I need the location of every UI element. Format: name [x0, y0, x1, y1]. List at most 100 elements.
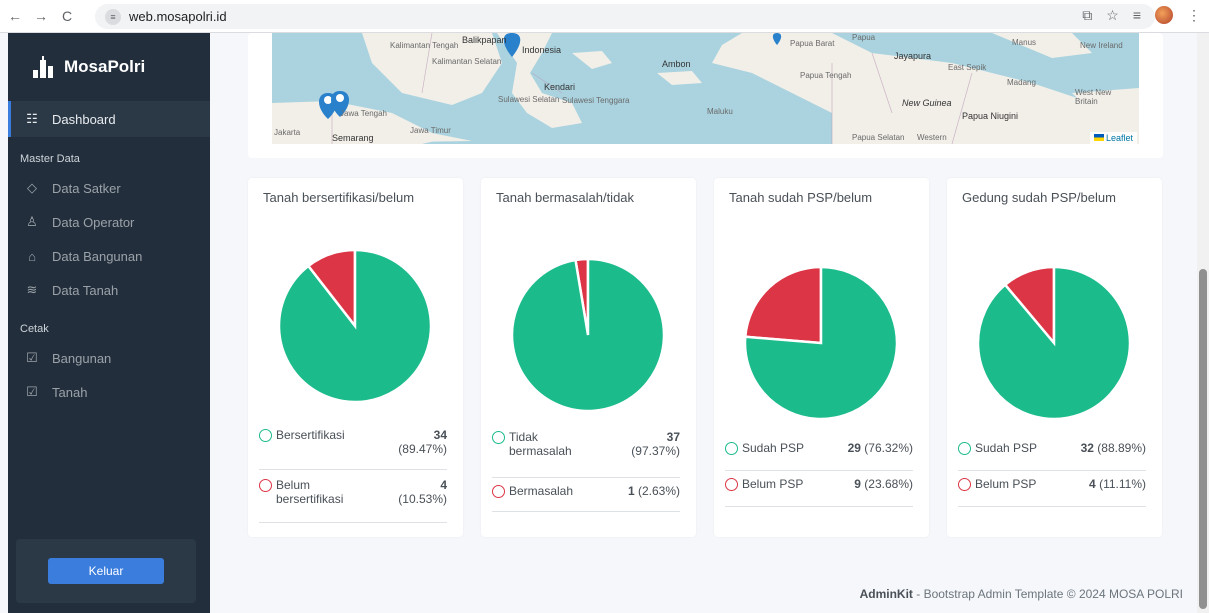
- sidebar-item-label: Data Operator: [52, 214, 135, 230]
- map[interactable]: Jakarta Semarang Jawa Tengah Jawa Timur …: [272, 33, 1139, 144]
- forward-button[interactable]: →: [30, 5, 52, 27]
- card-title: Gedung sudah PSP/belum: [962, 190, 1116, 205]
- bookmark-star-icon[interactable]: ☆: [1106, 7, 1119, 24]
- page-scrollbar[interactable]: [1197, 33, 1209, 613]
- map-label: New Guinea: [902, 98, 952, 108]
- legend-count: 34: [433, 428, 447, 442]
- sidebar-item-dashboard[interactable]: ☷ Dashboard: [8, 101, 210, 137]
- legend-row: Belum PSP 9 (23.68%): [725, 477, 913, 507]
- logout-button[interactable]: Keluar: [48, 558, 164, 584]
- legend-circle-icon: [259, 429, 272, 442]
- legend-row: Bersertifikasi 34 (89.47%): [259, 428, 447, 470]
- map-label: Papua: [852, 33, 876, 42]
- leaflet-attribution-link[interactable]: Leaflet: [1089, 132, 1137, 144]
- map-label: Kalimantan Selatan: [432, 57, 502, 66]
- card-title: Tanah sudah PSP/belum: [729, 190, 873, 205]
- legend-row: Belum bersertifikasi 4 (10.53%): [259, 478, 447, 523]
- browser-toolbar: ← → C ≡ web.mosapolri.id ⧉ ☆ ≡ ⋮: [0, 0, 1209, 33]
- card-title: Tanah bersertifikasi/belum: [263, 190, 415, 205]
- legend-row: Sudah PSP 32 (88.89%): [958, 441, 1146, 471]
- legend-percent: (2.63%): [637, 484, 680, 498]
- legend-label: Bersertifikasi: [276, 428, 345, 442]
- sidebar-item-label: Data Tanah: [52, 282, 119, 298]
- legend-row: Tidak bermasalah 37 (97.37%): [492, 430, 680, 478]
- map-label: Ambon: [662, 59, 691, 69]
- legend-label: Belum PSP: [742, 477, 804, 491]
- brand-name: MosaPolri: [64, 57, 146, 76]
- map-label: Jawa Timur: [410, 126, 451, 135]
- legend-circle-icon: [725, 478, 738, 491]
- legend-count: 37: [666, 430, 680, 444]
- legend-circle-icon: [958, 478, 971, 491]
- sidebar-section-cetak: Cetak: [20, 323, 49, 335]
- browser-actions: ⧉ ☆ ≡ ⋮: [1082, 6, 1201, 24]
- map-label: Jawa Tengah: [340, 109, 387, 118]
- scrollbar-thumb[interactable]: [1199, 269, 1207, 609]
- sidebar-item-data-operator[interactable]: ♙ Data Operator: [8, 205, 210, 239]
- pie-slice-belum-psp[interactable]: [743, 265, 823, 345]
- card-title: Tanah bermasalah/tidak: [496, 190, 635, 205]
- sidebar-item-data-bangunan[interactable]: ⌂ Data Bangunan: [8, 239, 210, 273]
- legend-circle-icon: [492, 485, 505, 498]
- brand[interactable]: MosaPolri: [8, 33, 210, 101]
- site-info-icon[interactable]: ≡: [105, 8, 121, 25]
- reading-list-icon[interactable]: ≡: [1133, 7, 1141, 23]
- map-label: Indonesia: [522, 45, 562, 55]
- footer-brand-link[interactable]: AdminKit: [860, 587, 913, 601]
- map-label: Sulawesi Tenggara: [562, 96, 630, 105]
- map-label: Papua Tengah: [800, 71, 852, 80]
- flag-icon: [1093, 134, 1104, 141]
- legend-count: 1: [627, 484, 635, 498]
- sliders-icon: ☷: [26, 111, 38, 126]
- map-label: Kendari: [544, 82, 576, 92]
- sidebar-item-label: Data Bangunan: [52, 248, 143, 264]
- legend-count: 9: [854, 477, 861, 491]
- legend-circle-icon: [958, 442, 971, 455]
- reload-button[interactable]: C: [56, 5, 78, 27]
- legend-label: Belum PSP: [975, 477, 1037, 491]
- address-bar[interactable]: ≡ web.mosapolri.id: [95, 4, 1155, 29]
- legend-label: Bermasalah: [509, 484, 574, 498]
- pie-chart: [976, 265, 1132, 421]
- menu-kebab-icon[interactable]: ⋮: [1187, 7, 1201, 24]
- map-label: Sulawesi Selatan: [498, 95, 560, 104]
- legend-percent: (88.89%): [1097, 441, 1146, 455]
- legend-label: Sudah PSP: [742, 441, 805, 455]
- legend-count: 4: [1089, 477, 1096, 491]
- sidebar-item-label: Bangunan: [52, 350, 112, 366]
- footer: AdminKit - Bootstrap Admin Template © 20…: [860, 587, 1183, 601]
- map-label: Kalimantan Tengah: [390, 41, 459, 50]
- sidebar-item-cetak-bangunan[interactable]: ☑ Bangunan: [8, 341, 210, 375]
- back-button[interactable]: ←: [4, 5, 26, 27]
- legend-count: 4: [440, 478, 447, 492]
- legend-row: Sudah PSP 29 (76.32%): [725, 441, 913, 471]
- sidebar-item-label: Tanah: [52, 384, 88, 400]
- profile-avatar[interactable]: [1155, 6, 1173, 24]
- map-label: East Sepik: [948, 63, 987, 72]
- tag-icon: ◇: [27, 180, 37, 195]
- legend-percent: (97.37%): [631, 444, 680, 458]
- sidebar-item-data-tanah[interactable]: ≋ Data Tanah: [8, 273, 210, 307]
- legend-circle-icon: [259, 479, 272, 492]
- chart-card: Tanah bermasalah/tidak Tidak bermasalah …: [481, 178, 696, 537]
- legend-percent: (76.32%): [864, 441, 913, 455]
- translate-icon[interactable]: ⧉: [1082, 7, 1092, 24]
- check-square-icon: ☑: [26, 384, 38, 399]
- legend-circle-icon: [725, 442, 738, 455]
- logout-panel: Keluar: [16, 539, 196, 603]
- pie-slice-tidak-bermasalah[interactable]: [510, 257, 666, 413]
- map-label: West New Britain: [1075, 88, 1112, 106]
- legend-circle-icon: [492, 431, 505, 444]
- pie-slice-bersertifikasi[interactable]: [277, 248, 433, 404]
- map-label: Manus: [1012, 38, 1037, 47]
- legend-percent: (23.68%): [864, 477, 913, 491]
- sidebar-item-data-satker[interactable]: ◇ Data Satker: [8, 171, 210, 205]
- pie-chart: [743, 265, 899, 421]
- legend-percent: (10.53%): [398, 492, 447, 506]
- map-label: New Ireland: [1080, 41, 1123, 50]
- sidebar-item-cetak-tanah[interactable]: ☑ Tanah: [8, 375, 210, 409]
- map-label: Jakarta: [274, 128, 301, 137]
- legend-row: Bermasalah 1 (2.63%): [492, 484, 680, 512]
- pie-slice-sudah-psp[interactable]: [976, 265, 1132, 421]
- map-label: Papua Niugini: [962, 111, 1019, 121]
